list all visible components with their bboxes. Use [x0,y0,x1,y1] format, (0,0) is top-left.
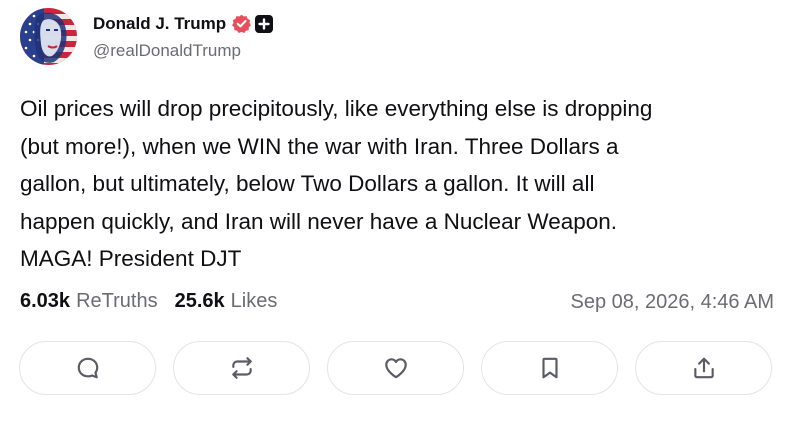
likes-stat[interactable]: 25.6k Likes [175,290,278,313]
author-handle[interactable]: @realDonaldTrump [93,41,273,61]
post-card: Donald J. Trump @realDonaldTrump Oil pri… [0,0,790,433]
retruths-label: ReTruths [76,290,158,312]
share-icon [693,357,714,379]
likes-count: 25.6k [174,290,225,312]
post-header: Donald J. Trump @realDonaldTrump [20,8,274,65]
post-actions [19,341,772,395]
post-timestamp[interactable]: Sep 08, 2026, 4:46 AM [571,291,775,314]
reply-icon [77,357,98,379]
likes-label: Likes [230,290,278,312]
post-text: Oil prices will drop precipitously, like… [20,96,653,271]
retruth-icon [231,357,252,379]
author-display-name[interactable]: Donald J. Trump [93,14,226,34]
avatar[interactable] [20,8,77,65]
verified-badge-icon [232,14,252,33]
retruths-count: 6.03k [20,290,71,312]
like-icon [384,358,407,379]
name-row: Donald J. Trump [93,13,274,35]
author-names: Donald J. Trump @realDonaldTrump [93,13,274,61]
truth-plus-icon [255,14,274,33]
retruth-button[interactable] [173,341,310,395]
share-button[interactable] [635,341,772,395]
bookmark-button[interactable] [481,341,618,395]
like-button[interactable] [327,341,464,395]
bookmark-icon [541,357,558,379]
retruths-stat[interactable]: 6.03k ReTruths [20,290,158,313]
avatar-image [20,8,77,65]
reply-button[interactable] [19,341,156,395]
post-stats: 6.03k ReTruths 25.6k Likes [20,290,277,313]
